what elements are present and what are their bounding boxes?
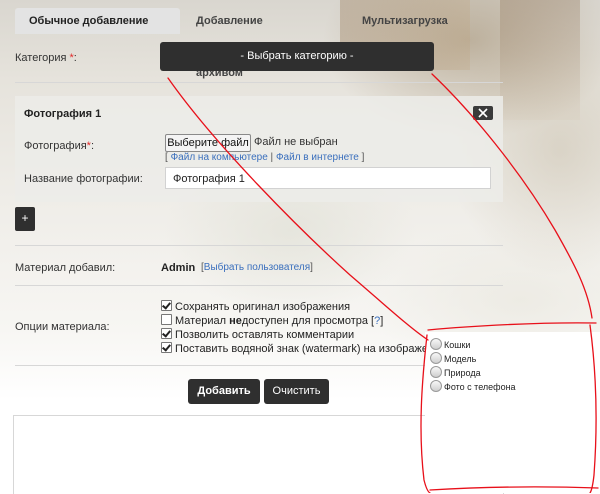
red-annotation-lines	[167, 73, 599, 493]
